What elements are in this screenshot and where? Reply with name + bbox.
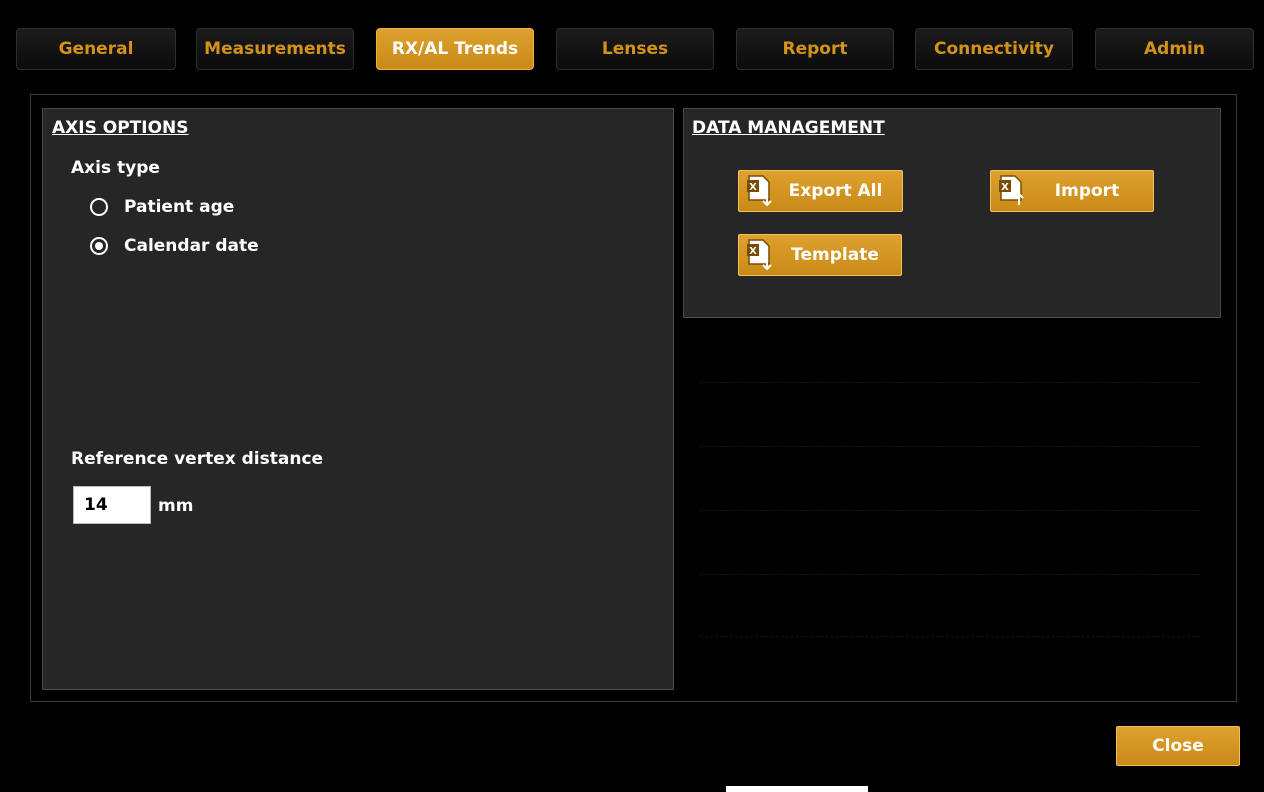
tab-report[interactable]: Report <box>736 28 894 70</box>
axis-options-title: AXIS OPTIONS <box>52 118 189 138</box>
close-button[interactable]: Close <box>1116 726 1240 766</box>
radio-checked-icon[interactable] <box>90 237 108 255</box>
import-button[interactable]: X Import <box>990 170 1154 212</box>
vertex-unit-label: mm <box>158 496 194 516</box>
tab-rx-al-trends[interactable]: RX/AL Trends <box>376 28 534 70</box>
vertex-distance-label: Reference vertex distance <box>71 449 324 469</box>
excel-template-icon: X <box>747 239 772 271</box>
export-all-label: Export All <box>788 181 883 201</box>
data-management-panel <box>683 108 1221 318</box>
template-label: Template <box>791 245 879 265</box>
tab-lenses[interactable]: Lenses <box>556 28 714 70</box>
faint-gridline <box>700 510 1200 511</box>
svg-text:X: X <box>749 246 757 257</box>
svg-text:X: X <box>749 182 757 193</box>
faint-gridline <box>700 636 1200 637</box>
faint-gridline <box>700 382 1200 383</box>
export-all-button[interactable]: X Export All <box>738 170 903 212</box>
excel-import-icon: X <box>999 175 1024 205</box>
radio-calendar-date-label: Calendar date <box>124 236 259 256</box>
radio-calendar-date[interactable]: Calendar date <box>90 236 259 256</box>
tab-measurements[interactable]: Measurements <box>196 28 354 70</box>
template-button[interactable]: X Template <box>738 234 902 276</box>
radio-patient-age[interactable]: Patient age <box>90 197 234 217</box>
import-label: Import <box>1054 181 1120 201</box>
vertex-distance-input[interactable] <box>73 486 151 524</box>
axis-type-label: Axis type <box>71 158 160 178</box>
radio-patient-age-label: Patient age <box>124 197 235 217</box>
tab-bar: General Measurements RX/AL Trends Lenses… <box>16 28 1254 72</box>
tab-general[interactable]: General <box>16 28 176 70</box>
data-management-title: DATA MANAGEMENT <box>692 118 885 138</box>
axis-options-panel <box>42 108 674 690</box>
bottom-strip <box>726 786 868 792</box>
faint-gridline <box>700 574 1200 575</box>
svg-text:X: X <box>1001 182 1009 193</box>
faint-gridline <box>700 446 1200 447</box>
radio-unchecked-icon[interactable] <box>90 198 108 216</box>
excel-export-icon: X <box>747 175 772 207</box>
tab-admin[interactable]: Admin <box>1095 28 1254 70</box>
settings-window: General Measurements RX/AL Trends Lenses… <box>0 0 1264 792</box>
tab-connectivity[interactable]: Connectivity <box>915 28 1073 70</box>
